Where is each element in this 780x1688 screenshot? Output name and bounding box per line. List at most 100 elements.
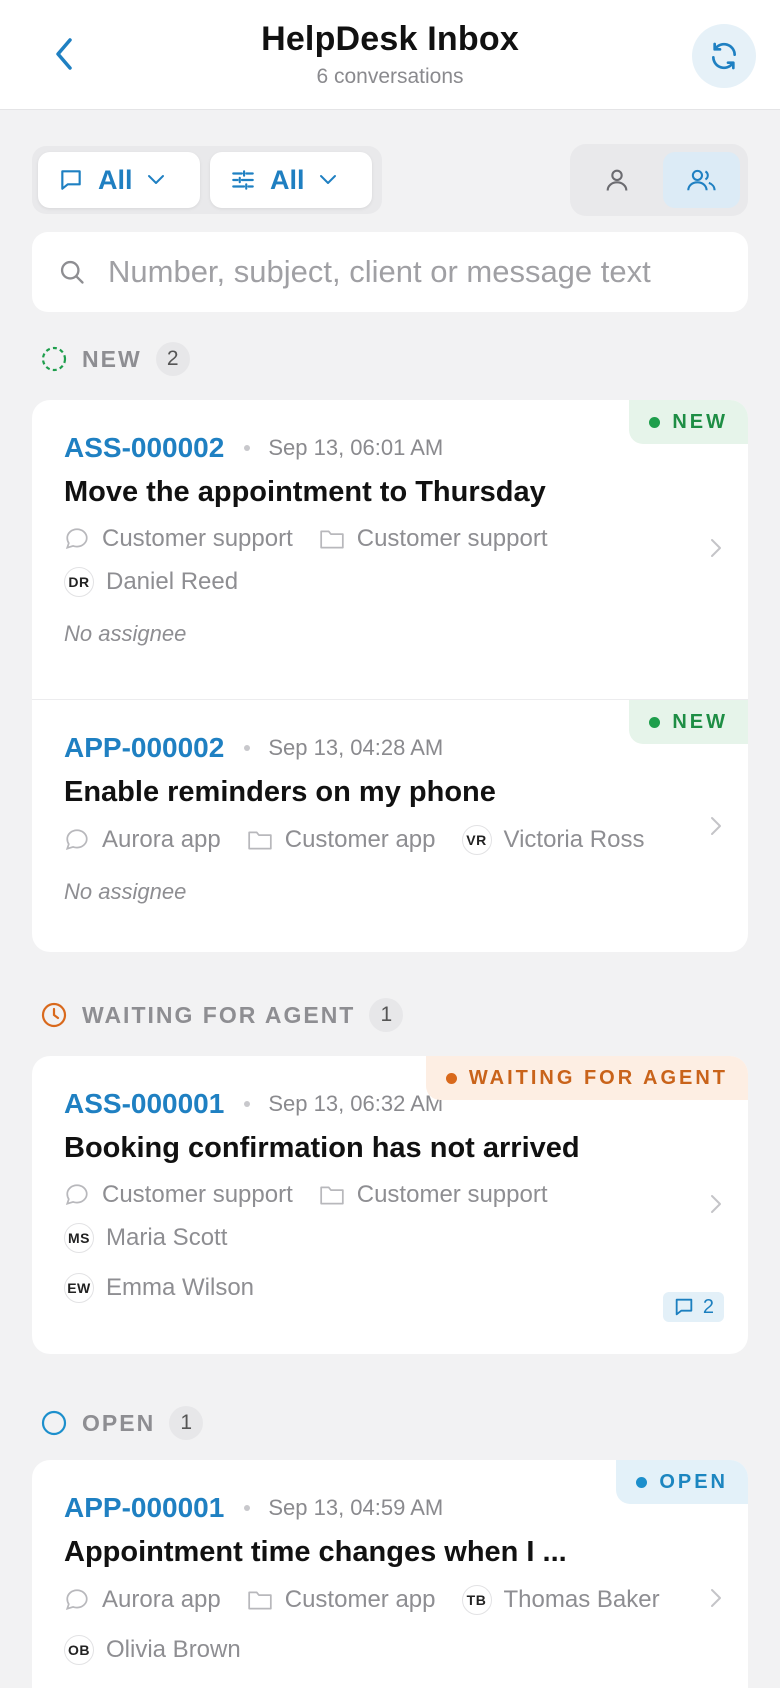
ticket-channel: Customer support [64, 525, 293, 553]
ticket-group-waiting: WAITING FOR AGENT ASS-000001 Sep 13, 06:… [32, 1056, 748, 1354]
ticket-folder: Customer support [319, 1181, 548, 1209]
sliders-icon [232, 170, 254, 190]
ticket-client: VR Victoria Ross [461, 825, 644, 855]
search-bar [32, 232, 748, 312]
ticket-card[interactable]: WAITING FOR AGENT ASS-000001 Sep 13, 06:… [32, 1056, 748, 1354]
ticket-client: TB Thomas Baker [461, 1585, 660, 1615]
ticket-date: Sep 13, 04:28 AM [268, 735, 444, 760]
ticket-number: ASS-000002 [64, 432, 225, 463]
ticket-folder: Customer support [319, 525, 548, 553]
ticket-number: APP-000001 [64, 1492, 225, 1523]
section-header-waiting: WAITING FOR AGENT 1 [40, 998, 404, 1032]
section-label: NEW [82, 345, 142, 372]
ticket-group-new: NEW ASS-000002 Sep 13, 06:01 AM Move the… [32, 400, 748, 952]
all-tickets-toggle[interactable] [663, 152, 740, 208]
status-badge: NEW [629, 400, 748, 444]
section-header-open: OPEN 1 [40, 1406, 204, 1440]
page-title: HelpDesk Inbox [261, 20, 519, 58]
separator-dot [244, 1505, 251, 1511]
ticket-client: DR Daniel Reed [64, 567, 238, 597]
chevron-right-icon [711, 817, 721, 835]
section-count: 1 [169, 1406, 204, 1440]
message-square-icon [61, 170, 81, 190]
ticket-date: Sep 13, 06:01 AM [268, 435, 444, 460]
ticket-date: Sep 13, 04:59 AM [268, 1495, 444, 1520]
status-dot [649, 716, 661, 728]
folder-icon [248, 831, 272, 850]
ticket-subject: Enable reminders on my phone [64, 776, 496, 808]
ticket-card[interactable]: NEW ASS-000002 Sep 13, 06:01 AM Move the… [32, 400, 748, 699]
ticket-folder: Customer app [247, 1586, 436, 1614]
users-icon [686, 169, 716, 191]
chevron-down-icon [319, 175, 336, 184]
chat-bubble-icon [65, 528, 88, 549]
ticket-assignee: OB Olivia Brown [64, 1635, 241, 1665]
avatar: OB [64, 1635, 94, 1665]
chevron-down-icon [147, 175, 164, 184]
avatar: EW [64, 1273, 94, 1303]
options-filter-button[interactable]: All [210, 152, 372, 208]
avatar: TB [461, 1585, 492, 1615]
status-badge: OPEN [616, 1460, 748, 1504]
separator-dot [244, 1101, 251, 1107]
search-icon [60, 260, 84, 284]
ticket-channel: Aurora app [64, 826, 221, 854]
refresh-icon [712, 42, 736, 70]
chat-bubble-icon [65, 829, 88, 850]
ticket-assignee: No assignee [64, 879, 187, 904]
avatar: VR [461, 825, 492, 855]
ticket-folder: Customer app [247, 826, 436, 854]
status-badge: WAITING FOR AGENT [425, 1056, 748, 1100]
chat-bubble-icon [65, 1589, 88, 1610]
refresh-button[interactable] [692, 24, 756, 88]
conversation-count: 6 conversations [316, 65, 464, 88]
chevron-right-icon [711, 539, 721, 557]
status-dot [649, 416, 661, 428]
ticket-number: ASS-000001 [64, 1088, 225, 1119]
channel-filter-label: All [98, 164, 133, 195]
message-square-icon [675, 1298, 693, 1316]
ticket-date: Sep 13, 06:32 AM [268, 1091, 444, 1116]
status-open-icon [41, 1410, 67, 1436]
separator-dot [244, 445, 251, 451]
app-header: HelpDesk Inbox 6 conversations [0, 0, 780, 110]
ticket-subject: Booking confirmation has not arrived [64, 1132, 580, 1164]
ticket-group-open: OPEN APP-000001 Sep 13, 04:59 AM Appoint… [32, 1460, 748, 1688]
filter-group: All All [32, 146, 382, 214]
folder-icon [320, 1186, 344, 1205]
chat-bubble-icon [65, 1184, 88, 1205]
section-header-new: NEW 2 [40, 342, 190, 376]
ticket-card[interactable]: OPEN APP-000001 Sep 13, 04:59 AM Appoint… [32, 1460, 748, 1688]
status-dot [445, 1072, 457, 1084]
user-icon [606, 169, 627, 191]
view-toggle [570, 144, 748, 216]
options-filter-label: All [270, 164, 305, 195]
chevron-right-icon [711, 1589, 721, 1607]
ticket-card[interactable]: NEW APP-000002 Sep 13, 04:28 AM Enable r… [32, 699, 748, 952]
ticket-client: MS Maria Scott [64, 1223, 227, 1253]
section-count: 2 [155, 342, 190, 376]
folder-icon [248, 1591, 272, 1610]
ticket-number: APP-000002 [64, 732, 225, 763]
section-count: 1 [369, 998, 404, 1032]
ticket-channel: Aurora app [64, 1586, 221, 1614]
ticket-subject: Move the appointment to Thursday [64, 476, 546, 508]
status-dot [636, 1476, 648, 1488]
status-badge: NEW [629, 700, 748, 744]
status-new-icon [41, 346, 67, 372]
section-label: WAITING FOR AGENT [82, 1001, 356, 1028]
separator-dot [244, 745, 251, 751]
message-count-badge: 2 [662, 1292, 724, 1322]
my-tickets-toggle[interactable] [578, 152, 655, 208]
ticket-assignee: No assignee [64, 621, 187, 646]
ticket-assignee: EW Emma Wilson [64, 1273, 254, 1303]
clock-icon [41, 1002, 67, 1028]
section-label: OPEN [82, 1409, 156, 1436]
ticket-subject: Appointment time changes when I ... [64, 1536, 567, 1568]
search-input[interactable] [108, 254, 668, 290]
channel-filter-button[interactable]: All [38, 152, 200, 208]
avatar: DR [64, 567, 94, 597]
folder-icon [320, 530, 344, 549]
chevron-right-icon [711, 1195, 721, 1213]
avatar: MS [64, 1223, 94, 1253]
